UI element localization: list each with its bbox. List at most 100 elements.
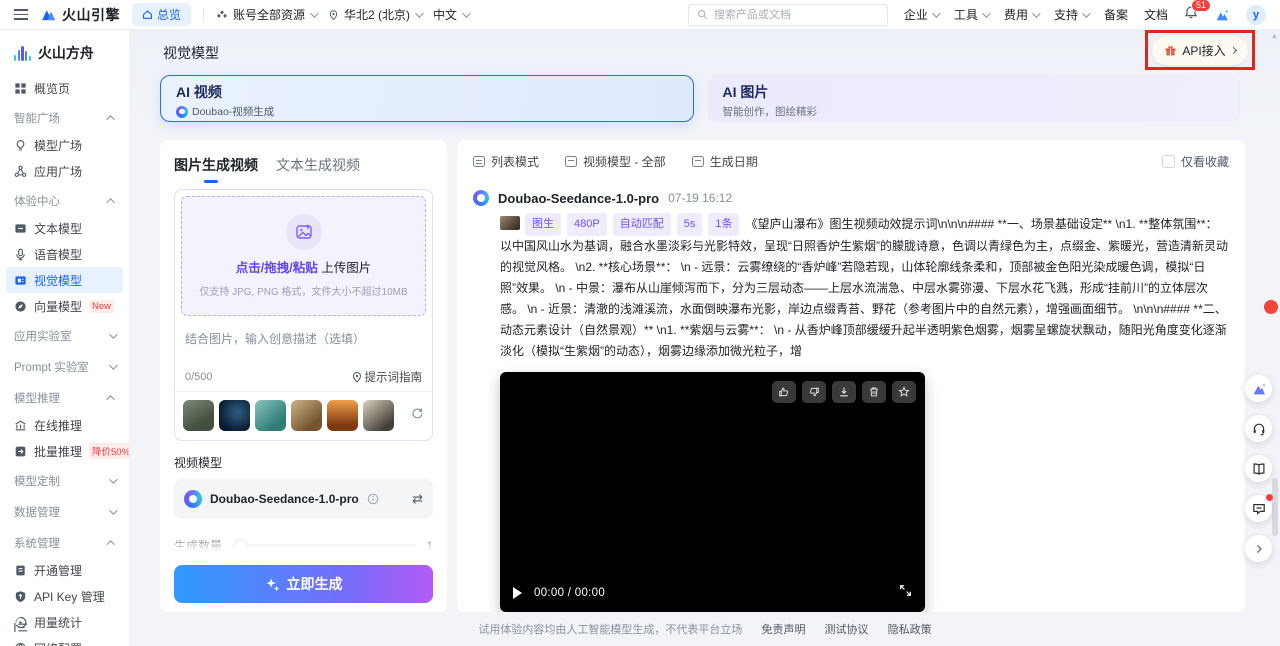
sidebar-item-vector-model[interactable]: 向量模型 New [6,293,123,319]
model-selector[interactable]: Doubao-Seedance-1.0-pro ⇄ [174,479,433,519]
search-input[interactable] [714,9,864,21]
doubao-logo-icon [184,490,202,508]
sidebar-group-prompt-lab[interactable]: Prompt 实验室 [6,353,123,381]
api-access-button[interactable]: API接入 [1152,36,1247,65]
source-image-thumbnail[interactable] [500,216,520,230]
product-search[interactable] [688,4,888,26]
refresh-samples-button[interactable] [411,407,424,425]
list-mode-filter[interactable]: 列表模式 [473,153,539,170]
sample-image-cat-in-room[interactable] [291,400,322,431]
sidebar-item-activation-management[interactable]: 开通管理 [6,557,123,583]
thumbs-up-button[interactable] [772,381,796,403]
ai-mountain-icon [1251,382,1267,396]
menu-billing[interactable]: 费用 [1004,6,1038,23]
sidebar-item-api-key-management[interactable]: API Key 管理 [6,583,123,609]
info-icon[interactable] [367,493,379,505]
ark-brand[interactable]: 火山方舟 [0,30,129,73]
scroll-up-arrow[interactable]: ▲ [1271,33,1278,40]
account-resources-selector[interactable]: 账号全部资源 [216,6,316,23]
guide-pin-icon [352,371,362,383]
tab-text-to-video[interactable]: 文本生成视频 [276,155,360,183]
overview-nav-pill[interactable]: 总览 [132,3,191,26]
quantity-slider[interactable] [232,544,416,547]
ai-video-card[interactable]: AI 视频 Doubao-视频生成 [160,75,694,122]
chat-bubble-icon [1252,502,1266,516]
ai-assistant-button[interactable] [1245,375,1272,402]
language-selector[interactable]: 中文 [433,6,468,23]
menu-filing[interactable]: 备案 [1104,6,1128,23]
favorite-button[interactable] [892,381,916,403]
sidebar-group-smart-plaza[interactable]: 智能广场 [6,104,123,132]
sample-image-cliff-waterfall[interactable] [183,400,214,431]
sidebar-item-app-plaza[interactable]: 应用广场 [6,158,123,184]
region-selector[interactable]: 华北2 (北京) [328,6,421,23]
documentation-button[interactable] [1245,455,1272,482]
sidebar-group-model-inference[interactable]: 模型推理 [6,384,123,412]
generation-date-filter[interactable]: 生成日期 [692,153,758,170]
resources-icon [216,9,228,21]
footer: 试用体验内容均由人工智能模型生成，不代表平台立场 免责声明 测试协议 隐私政策 [130,621,1280,637]
sidebar-item-label: 开通管理 [34,562,82,579]
notifications-button[interactable]: 51 [1184,5,1198,25]
sidebar-group-experience-center[interactable]: 体验中心 [6,187,123,215]
privacy-policy-link[interactable]: 隐私政策 [888,624,932,636]
tab-image-to-video[interactable]: 图片生成视频 [174,155,258,183]
disclaimer-link[interactable]: 免责声明 [761,624,805,636]
thumbs-down-button[interactable] [802,381,826,403]
video-player[interactable]: 00:00 / 00:00 [500,372,925,612]
sidebar-collapse-button[interactable] [14,620,28,638]
video-model-filter[interactable]: 视频模型 - 全部 [565,153,666,170]
prompt-guide-link[interactable]: 提示词指南 [352,369,423,385]
image-upload-dropzone[interactable]: 点击/拖拽/粘贴 上传图片 仅支持 JPG, PNG 格式，文件大小不超过10M… [181,196,426,316]
sidebar-group-label: 体验中心 [14,193,60,209]
creative-description-input[interactable] [185,330,422,364]
menu-enterprise[interactable]: 企业 [904,6,938,23]
ai-image-card[interactable]: AI 图片 智能创作，图绘精彩 [707,75,1241,122]
sidebar-item-online-inference[interactable]: 在线推理 [6,412,123,438]
sidebar-item-overview[interactable]: 概览页 [6,75,123,101]
sidebar-item-label: 模型广场 [34,137,82,154]
menu-support[interactable]: 支持 [1054,6,1088,23]
sidebar-group-app-lab[interactable]: 应用实验室 [6,322,123,350]
sample-image-underwater-diver[interactable] [219,400,250,431]
sample-image-surfing-wave[interactable] [255,400,286,431]
sample-image-cat-at-desk[interactable] [363,400,394,431]
main-content: 视觉模型 API接入 AI 视频 Doubao-视频生成 AI 图片 智能创作，… [130,30,1280,646]
generate-now-button[interactable]: 立即生成 [174,565,433,603]
fullscreen-button[interactable] [899,584,912,602]
sidebar-item-vision-model[interactable]: 视觉模型 [6,267,123,293]
test-agreement-link[interactable]: 测试协议 [825,624,869,636]
switch-model-icon[interactable]: ⇄ [412,491,423,507]
sidebar-item-model-plaza[interactable]: 模型广场 [6,132,123,158]
location-pin-icon [328,9,339,21]
favorites-only-toggle[interactable]: 仅看收藏 [1162,153,1229,170]
upgrade-mountain-icon[interactable] [1214,8,1230,22]
favorites-checkbox[interactable] [1162,155,1175,168]
play-button[interactable] [513,587,522,599]
user-avatar[interactable]: y [1246,5,1266,25]
vector-model-icon [14,300,27,313]
sample-image-savanna-sunset[interactable] [327,400,358,431]
sidebar-item-batch-inference[interactable]: 批量推理 降价50% [6,438,123,464]
slider-handle[interactable] [234,539,247,552]
feedback-button[interactable] [1245,495,1272,522]
notification-count-badge: 51 [1191,0,1211,12]
sidebar-group-model-customization[interactable]: 模型定制 [6,467,123,495]
menu-tools[interactable]: 工具 [954,6,988,23]
sidebar-group-system-management[interactable]: 系统管理 [6,529,123,557]
customer-service-button[interactable] [1245,415,1272,442]
generation-panel: 图片生成视频 文本生成视频 点击/拖拽/粘贴 上传图片 仅支持 JPG, PNG… [160,140,447,612]
chevron-down-icon [109,361,117,369]
tag-count: 1条 [708,213,739,236]
hamburger-menu-icon[interactable] [14,9,28,20]
delete-button[interactable] [862,381,886,403]
sidebar-group-data-management[interactable]: 数据管理 [6,498,123,526]
sidebar-item-speech-model[interactable]: 语音模型 [6,241,123,267]
headset-icon [1252,422,1266,436]
scrollbar-thumb[interactable] [1272,478,1278,536]
menu-docs[interactable]: 文档 [1144,6,1168,23]
download-button[interactable] [832,381,856,403]
expand-toolbar-button[interactable] [1245,535,1272,562]
sidebar-item-text-model[interactable]: 文本模型 [6,215,123,241]
volcengine-logo[interactable]: 火山引擎 [40,5,120,25]
